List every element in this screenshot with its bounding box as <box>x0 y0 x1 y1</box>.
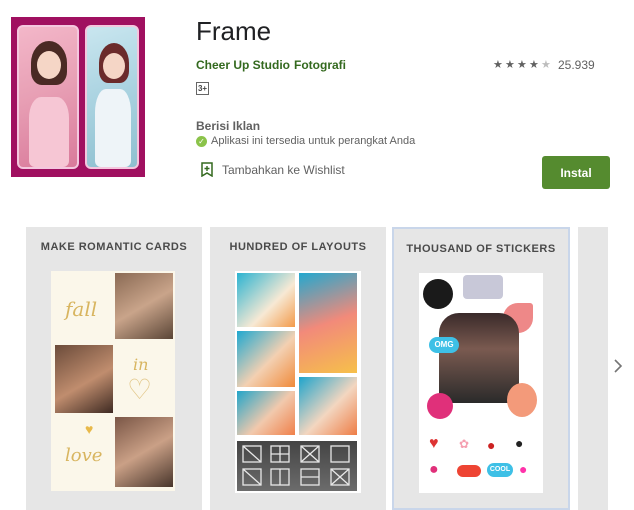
script-word: fall <box>65 297 98 321</box>
screenshot-4[interactable] <box>578 227 608 510</box>
screenshot-2[interactable]: HUNDRED OF LAYOUTS <box>210 227 386 510</box>
check-circle-icon: ✓ <box>196 135 207 147</box>
screenshot-caption: THOUSAND OF STICKERS <box>406 243 556 255</box>
star-icon: ★ <box>517 58 527 71</box>
half-star-icon: ★ <box>541 58 551 71</box>
install-button[interactable]: Instal <box>542 156 610 189</box>
screenshot-1[interactable]: MAKE ROMANTIC CARDS fall in ♡ ♥ love <box>26 227 202 510</box>
screenshot-panel <box>235 271 361 493</box>
script-word: in ♡ <box>127 355 153 405</box>
chevron-right-icon[interactable] <box>613 358 623 374</box>
screenshot-panel: OMG ♥ ✿ ● ● ● COOL ● <box>419 273 543 493</box>
star-icon: ★ <box>505 58 515 71</box>
developer-link[interactable]: Cheer Up Studio <box>196 58 290 72</box>
ads-notice: Berisi Iklan <box>196 119 261 133</box>
wishlist-label: Tambahkan ke Wishlist <box>222 162 345 177</box>
app-icon <box>11 17 145 177</box>
sticker-omg: OMG <box>429 337 459 353</box>
availability-notice: ✓ Aplikasi ini tersedia untuk perangkat … <box>196 135 415 147</box>
screenshot-caption: HUNDRED OF LAYOUTS <box>229 241 367 253</box>
rating-summary: ★ ★ ★ ★ ★ 25.939 <box>493 58 595 72</box>
app-icon-photo-left <box>17 25 79 169</box>
rating-count: 25.939 <box>558 58 595 72</box>
star-icon: ★ <box>529 58 539 71</box>
star-icon: ★ <box>493 58 503 71</box>
layout-grid-icons <box>242 445 350 486</box>
script-word: ♥ love <box>65 421 103 466</box>
screenshot-3[interactable]: THOUSAND OF STICKERS OMG ♥ ✿ ● ● ● COOL … <box>392 227 570 510</box>
availability-text: Aplikasi ini tersedia untuk perangkat An… <box>211 135 416 147</box>
sticker-cool: COOL <box>487 463 513 477</box>
screenshot-panel: fall in ♡ ♥ love <box>51 271 175 491</box>
star-rating: ★ ★ ★ ★ ★ <box>493 58 552 71</box>
bookmark-add-icon <box>201 162 213 177</box>
app-title: Frame <box>196 16 272 46</box>
add-to-wishlist-button[interactable]: Tambahkan ke Wishlist <box>201 162 345 177</box>
screenshot-caption: MAKE ROMANTIC CARDS <box>40 241 188 253</box>
app-icon-photo-right <box>85 25 139 169</box>
content-rating-badge: 3+ <box>196 82 209 95</box>
category-link[interactable]: Fotografi <box>294 58 346 72</box>
